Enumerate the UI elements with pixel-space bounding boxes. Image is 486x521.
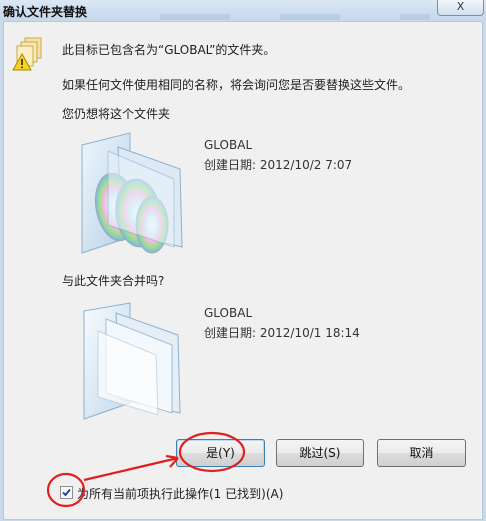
source-folder-name: GLOBAL <box>204 138 253 152</box>
cancel-button[interactable]: 取消 <box>377 439 466 467</box>
title-bar-glass-stripe <box>400 14 430 20</box>
message-existing-folder: 此目标已包含名为“GLOBAL”的文件夹。 <box>62 43 276 57</box>
checkmark-icon <box>62 488 71 497</box>
message-question-merge: 与此文件夹合并吗? <box>62 274 165 288</box>
title-bar-glass-stripe <box>280 14 340 20</box>
close-icon: X <box>456 0 465 13</box>
source-folder-date: 创建日期: 2012/10/2 7:07 <box>204 158 353 172</box>
folder-with-discs-icon <box>81 132 183 254</box>
title-bar: 确认文件夹替换 X <box>0 0 486 20</box>
close-button[interactable]: X <box>437 0 484 16</box>
title-bar-glass-stripe <box>160 14 230 20</box>
target-folder-date: 创建日期: 2012/10/1 18:14 <box>204 326 360 340</box>
window-title: 确认文件夹替换 <box>3 5 88 19</box>
message-replace-warning: 如果任何文件使用相同的名称，将会询问您是否要替换这些文件。 <box>62 78 411 92</box>
target-folder-name: GLOBAL <box>204 306 253 320</box>
skip-button[interactable]: 跳过(S) <box>276 439 364 467</box>
folder-icon <box>83 302 181 420</box>
apply-to-all-label[interactable]: 为所有当前项执行此操作(1 已找到)(A) <box>77 485 283 502</box>
warning-folder-icon <box>12 37 42 71</box>
yes-button[interactable]: 是(Y) <box>176 439 265 467</box>
message-question-source: 您仍想将这个文件夹 <box>62 107 171 121</box>
apply-to-all-checkbox[interactable] <box>60 486 73 499</box>
dialog-body: 此目标已包含名为“GLOBAL”的文件夹。 如果任何文件使用相同的名称，将会询问… <box>3 21 483 520</box>
